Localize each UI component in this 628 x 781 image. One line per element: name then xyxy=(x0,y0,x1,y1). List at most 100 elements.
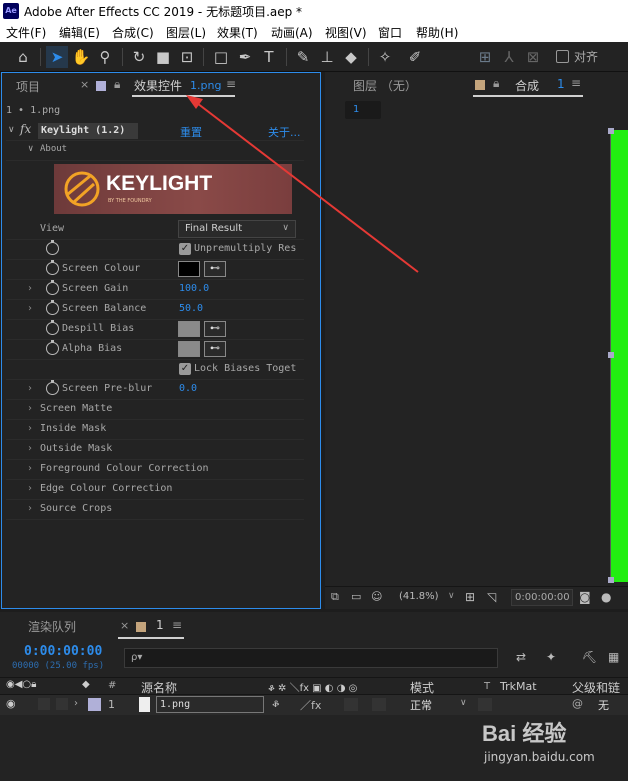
pan-behind-tool-icon[interactable]: ⊡ xyxy=(176,46,198,68)
rotation-tool-icon[interactable]: ↻ xyxy=(128,46,150,68)
menu-help[interactable]: 帮助(H) xyxy=(416,24,458,41)
menu-layer[interactable]: 图层(L) xyxy=(166,24,206,41)
stopwatch-icon[interactable] xyxy=(46,260,59,275)
expand-chevron-icon[interactable]: › xyxy=(28,403,32,414)
timeline-search-input[interactable]: ρ▾ xyxy=(124,648,498,668)
lock-icon[interactable]: 🔒︎ xyxy=(493,76,499,91)
shy-switch-icon[interactable]: ቆ xyxy=(272,697,280,711)
local-axis-icon[interactable]: ⊞ xyxy=(474,46,496,68)
eyedropper-icon[interactable]: ⊷ xyxy=(204,261,226,277)
unpremultiply-checkbox[interactable]: ✓ xyxy=(179,243,191,255)
lock-biases-checkbox[interactable]: ✓ xyxy=(179,363,191,375)
fit-icon[interactable]: ⊞ xyxy=(465,590,475,604)
expand-chevron-icon[interactable]: › xyxy=(28,483,32,494)
always-preview-icon[interactable]: ⧉ xyxy=(331,590,339,604)
home-icon[interactable]: ⌂ xyxy=(12,46,34,68)
expand-chevron-icon[interactable]: › xyxy=(28,423,32,434)
chevron-down-icon[interactable]: ∨ xyxy=(448,591,455,601)
menu-file[interactable]: 文件(F) xyxy=(6,24,46,41)
menu-effect[interactable]: 效果(T) xyxy=(217,24,258,41)
stopwatch-icon[interactable] xyxy=(46,280,59,295)
screen-gain-value[interactable]: 100.0 xyxy=(179,283,209,294)
close-icon[interactable]: × xyxy=(80,78,89,91)
eye-icon[interactable]: ◉ xyxy=(6,697,16,710)
group-row[interactable]: › Outside Mask xyxy=(6,440,304,460)
region-of-interest-icon[interactable]: ◹ xyxy=(487,590,496,604)
pen-tool-icon[interactable]: ✒ xyxy=(234,46,256,68)
hand-tool-icon[interactable]: ✋ xyxy=(70,46,92,68)
view-axis-icon[interactable]: ⊠ xyxy=(522,46,544,68)
tab-composition[interactable]: 合成 xyxy=(515,77,539,94)
about-link[interactable]: 关于... xyxy=(268,124,301,140)
stopwatch-icon[interactable] xyxy=(46,320,59,335)
expand-chevron-icon[interactable]: › xyxy=(28,383,32,394)
expand-chevron-icon[interactable]: › xyxy=(74,698,78,709)
panel-menu-icon[interactable]: ≡ xyxy=(571,76,581,90)
camera-tool-icon[interactable]: ■ xyxy=(152,46,174,68)
layer-label-color[interactable] xyxy=(88,698,101,711)
group-row[interactable]: › Foreground Colour Correction xyxy=(6,460,304,480)
screen-preblur-value[interactable]: 0.0 xyxy=(179,383,197,394)
menu-window[interactable]: 窗口 xyxy=(378,24,402,41)
color-picker-icon[interactable]: ● xyxy=(601,590,611,604)
group-row[interactable]: › Edge Colour Correction xyxy=(6,480,304,500)
solo-toggle[interactable] xyxy=(38,698,50,710)
menu-composition[interactable]: 合成(C) xyxy=(112,24,154,41)
lock-toggle[interactable] xyxy=(56,698,68,710)
tab-render-queue[interactable]: 渲染队列 xyxy=(28,618,76,635)
close-icon[interactable]: × xyxy=(120,619,129,632)
switch-box[interactable] xyxy=(372,698,386,711)
expand-chevron-icon[interactable]: › xyxy=(28,443,32,454)
lock-icon[interactable]: 🔒︎ xyxy=(114,77,120,92)
pick-whip-icon[interactable]: @ xyxy=(572,697,583,710)
col-trkmat[interactable]: TrkMat xyxy=(500,680,537,693)
composition-chip[interactable]: 1 xyxy=(345,101,381,119)
despill-bias-swatch[interactable] xyxy=(178,321,200,337)
snap-checkbox[interactable] xyxy=(556,50,569,63)
shy-layers-icon[interactable]: ⛏ xyxy=(582,650,597,664)
world-axis-icon[interactable]: ⅄ xyxy=(498,46,520,68)
eyedropper-icon[interactable]: ⊷ xyxy=(204,341,226,357)
frame-blending-icon[interactable]: ▦ xyxy=(608,650,619,664)
reset-link[interactable]: 重置 xyxy=(180,124,202,140)
composition-viewer[interactable] xyxy=(326,128,628,586)
timeline-timecode[interactable]: 0:00:00:00 xyxy=(24,644,102,659)
roto-brush-tool-icon[interactable]: ✧ xyxy=(374,46,396,68)
stopwatch-icon[interactable] xyxy=(46,300,59,315)
layer-name[interactable]: 1.png xyxy=(156,696,264,713)
menu-view[interactable]: 视图(V) xyxy=(325,24,367,41)
mask-visibility-icon[interactable]: ☺ xyxy=(371,590,382,603)
monitor-icon[interactable]: ▭ xyxy=(351,590,361,603)
tab-timeline-comp[interactable]: 1 xyxy=(156,618,164,632)
group-row[interactable]: › Source Crops xyxy=(6,500,304,520)
stopwatch-icon[interactable] xyxy=(46,240,59,255)
col-parent[interactable]: 父级和链 xyxy=(572,679,620,696)
transform-handle[interactable] xyxy=(608,577,614,583)
expand-chevron-icon[interactable]: › xyxy=(28,503,32,514)
snapshot-icon[interactable]: ◙ xyxy=(579,590,591,604)
group-row[interactable]: › Inside Mask xyxy=(6,420,304,440)
stopwatch-icon[interactable] xyxy=(46,380,59,395)
type-tool-icon[interactable]: T xyxy=(258,46,280,68)
expand-chevron-icon[interactable]: ∨ xyxy=(8,125,15,135)
col-source-name[interactable]: 源名称 xyxy=(141,679,177,696)
panel-menu-icon[interactable]: ≡ xyxy=(226,77,236,91)
zoom-level[interactable]: (41.8%) xyxy=(399,591,439,602)
switch-box[interactable] xyxy=(344,698,358,711)
comp-flowchart-icon[interactable]: ⇄ xyxy=(516,650,526,664)
expand-chevron-icon[interactable]: › xyxy=(28,463,32,474)
tab-layer[interactable]: 图层 （无） xyxy=(353,77,417,94)
quality-switch-icon[interactable]: ／fx xyxy=(300,697,321,713)
puppet-pin-tool-icon[interactable]: ✐ xyxy=(404,46,426,68)
zoom-tool-icon[interactable]: ⚲ xyxy=(94,46,116,68)
expand-chevron-icon[interactable]: ∨ xyxy=(28,144,33,154)
clone-stamp-tool-icon[interactable]: ⊥ xyxy=(316,46,338,68)
menu-animation[interactable]: 动画(A) xyxy=(271,24,313,41)
view-dropdown[interactable]: Final Result ∨ xyxy=(178,220,296,238)
eyedropper-icon[interactable]: ⊷ xyxy=(204,321,226,337)
selection-tool-icon[interactable]: ➤ xyxy=(46,46,68,68)
tab-project[interactable]: 项目 xyxy=(16,78,40,95)
transform-handle[interactable] xyxy=(608,128,614,134)
viewer-timecode[interactable]: 0:00:00:00 xyxy=(511,589,573,606)
draft-3d-icon[interactable]: ✦ xyxy=(546,650,556,664)
